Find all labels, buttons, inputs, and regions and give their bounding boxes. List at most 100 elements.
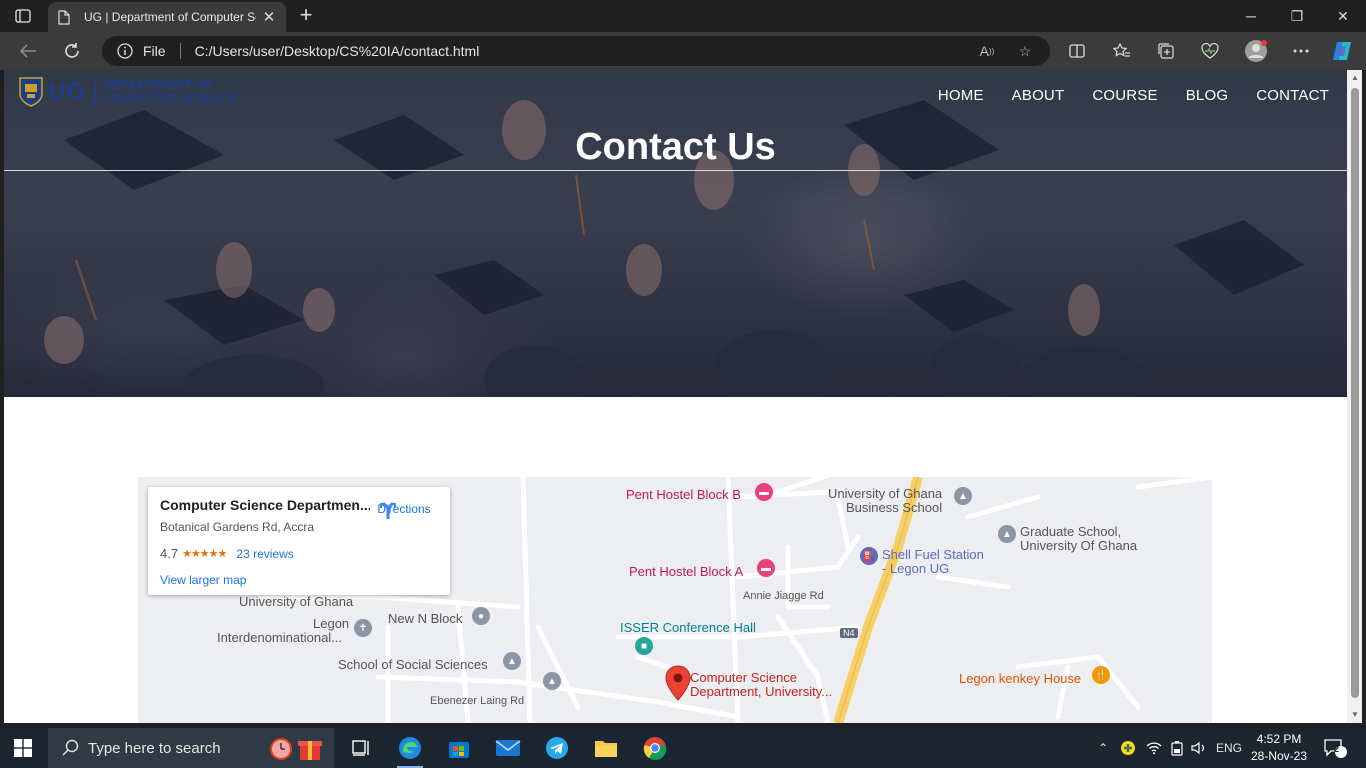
wifi-icon[interactable] [1143, 728, 1165, 768]
split-screen-icon[interactable] [1062, 37, 1092, 65]
map-label-isser[interactable]: ISSER Conference Hall [620, 620, 756, 635]
reviews-link[interactable]: 23 reviews [236, 547, 293, 561]
search-placeholder: Type here to search [88, 739, 221, 757]
taskbar-file-explorer-icon[interactable] [583, 728, 629, 768]
close-window-button[interactable]: ✕ [1320, 0, 1366, 32]
fuel-pin-icon[interactable]: ⛽ [860, 547, 878, 565]
show-hidden-icons-chevron-icon[interactable]: ⌃ [1094, 728, 1112, 768]
collections-icon[interactable] [1151, 37, 1181, 65]
map-label-pent-hostel-b[interactable]: Pent Hostel Block B [626, 487, 741, 502]
windows-start-icon[interactable] [14, 739, 32, 757]
location-marker-icon[interactable] [665, 665, 691, 701]
map-label-shell-2[interactable]: - Legon UG [882, 561, 949, 576]
directions-button[interactable]: Directions [376, 499, 432, 519]
tray-app-icon[interactable] [1118, 728, 1138, 768]
browser-tab-bar: UG | Department of Computer Science ✕ + … [0, 0, 1366, 32]
church-pin-icon[interactable]: ✝ [354, 619, 372, 637]
map-label-graduate-school-2[interactable]: University Of Ghana [1020, 538, 1137, 553]
minimize-button[interactable]: ─ [1228, 0, 1274, 32]
logo-dept-line1: DEPARTMENT OF [102, 77, 213, 92]
map-label-business-school-1[interactable]: University of Ghana [828, 486, 942, 501]
place-pin-icon[interactable]: ● [472, 607, 490, 625]
google-map-embed[interactable]: Pent Hostel Block B ▬ University of Ghan… [138, 477, 1212, 723]
map-label-cs-department-1[interactable]: Computer Science [690, 670, 797, 685]
settings-more-icon[interactable] [1286, 37, 1316, 65]
page-scrollbar[interactable]: ▲ ▼ [1347, 70, 1362, 723]
map-label-business-school-2[interactable]: Business School [846, 500, 942, 515]
map-label-legon-2[interactable]: Interdenominational... [217, 630, 342, 645]
map-label-kenkey-house[interactable]: Legon kenkey House [959, 671, 1081, 686]
nav-home[interactable]: HOME [938, 87, 984, 104]
back-button[interactable] [13, 37, 43, 65]
map-label-social-sciences[interactable]: School of Social Sciences [338, 657, 488, 672]
favorite-star-icon[interactable]: ☆ [1014, 41, 1036, 61]
taskbar-mail-icon[interactable] [485, 728, 531, 768]
map-label-ug-small[interactable]: University of Ghana [239, 594, 353, 609]
logo-dept-line2: COMPUTER SCIENCE [102, 91, 238, 106]
browser-essentials-icon[interactable] [1195, 37, 1225, 65]
map-road-ebenezer-laing: Ebenezer Laing Rd [430, 695, 525, 707]
nav-about[interactable]: ABOUT [1012, 87, 1065, 104]
school-pin-icon[interactable]: ▲ [954, 487, 972, 505]
taskbar-store-icon[interactable] [436, 728, 482, 768]
page-icon [58, 9, 74, 25]
taskbar-clock[interactable]: 4:52 PM 28-Nov-23 [1244, 731, 1314, 765]
address-scheme: File [143, 43, 166, 59]
taskbar-edge-icon[interactable] [387, 728, 433, 768]
view-larger-map-link[interactable]: View larger map [160, 573, 438, 587]
map-label-cs-department-2[interactable]: Department, University... [690, 684, 832, 699]
browser-toolbar: File C:/Users/user/Desktop/CS%20IA/conta… [0, 32, 1366, 70]
school-pin-icon[interactable]: ▲ [503, 652, 521, 670]
school-pin-icon[interactable]: ▲ [998, 525, 1016, 543]
conference-pin-icon[interactable]: ■ [635, 637, 653, 655]
rating-value: 4.7 [160, 546, 179, 561]
tab-title: UG | Department of Computer Science [84, 10, 256, 24]
restore-button[interactable]: ❐ [1274, 0, 1320, 32]
site-info-icon[interactable] [117, 42, 135, 60]
logo-department-text: DEPARTMENT OF COMPUTER SCIENCE [102, 78, 238, 106]
taskbar-telegram-icon[interactable] [534, 728, 580, 768]
profile-avatar-icon[interactable] [1241, 37, 1271, 65]
site-logo[interactable]: UG DEPARTMENT OF COMPUTER SCIENCE [18, 76, 238, 108]
read-aloud-icon[interactable]: A)) [976, 41, 998, 61]
hotel-pin-icon[interactable]: ▬ [757, 559, 775, 577]
notification-count: 2 [1334, 744, 1340, 754]
tab-actions-icon[interactable] [12, 6, 34, 26]
favorites-icon[interactable] [1107, 37, 1137, 65]
close-tab-icon[interactable]: ✕ [260, 8, 278, 26]
map-label-pent-hostel-a[interactable]: Pent Hostel Block A [629, 564, 743, 579]
taskbar-chrome-icon[interactable] [632, 728, 678, 768]
nav-course[interactable]: COURSE [1092, 87, 1157, 104]
directions-icon [380, 501, 396, 519]
school-pin-icon[interactable]: ▲ [543, 672, 561, 690]
search-highlight-alarm-gift-icon[interactable] [268, 734, 326, 762]
place-title[interactable]: Computer Science Departmen... [160, 497, 370, 513]
browser-tab[interactable]: UG | Department of Computer Science ✕ [48, 2, 286, 32]
scroll-up-arrow-icon[interactable]: ▲ [1350, 73, 1360, 83]
map-label-new-n-block[interactable]: New N Block [388, 611, 462, 626]
place-rating: 4.7 ★★★★★ 23 reviews [160, 546, 438, 561]
hotel-pin-icon[interactable]: ▬ [755, 483, 773, 501]
restaurant-pin-icon[interactable]: 🍴 [1092, 666, 1110, 684]
task-view-icon[interactable] [338, 728, 384, 768]
map-label-graduate-school-1[interactable]: Graduate School, [1020, 524, 1121, 539]
scroll-down-arrow-icon[interactable]: ▼ [1350, 710, 1360, 720]
refresh-button[interactable] [57, 37, 87, 65]
volume-icon[interactable] [1188, 728, 1210, 768]
taskbar-search-box[interactable]: Type here to search [48, 728, 334, 768]
rating-stars-icon: ★★★★★ [182, 548, 227, 560]
address-bar[interactable]: File C:/Users/user/Desktop/CS%20IA/conta… [102, 36, 1050, 66]
copilot-icon[interactable] [1328, 37, 1358, 65]
map-road-annie-jiagge: Annie Jiagge Rd [743, 590, 824, 602]
map-label-legon-1[interactable]: Legon [313, 616, 349, 631]
new-tab-button[interactable]: + [294, 4, 318, 28]
notifications-button[interactable]: 2 [1320, 728, 1350, 768]
address-url[interactable]: C:/Users/user/Desktop/CS%20IA/contact.ht… [195, 43, 480, 59]
nav-blog[interactable]: BLOG [1186, 87, 1228, 104]
hero-banner: UG DEPARTMENT OF COMPUTER SCIENCE HOME A… [4, 70, 1347, 397]
battery-icon[interactable] [1166, 728, 1188, 768]
language-indicator[interactable]: ENG [1212, 728, 1246, 768]
nav-contact[interactable]: CONTACT [1256, 87, 1329, 104]
scroll-thumb[interactable] [1351, 88, 1359, 698]
map-label-shell-1[interactable]: Shell Fuel Station [882, 547, 984, 562]
